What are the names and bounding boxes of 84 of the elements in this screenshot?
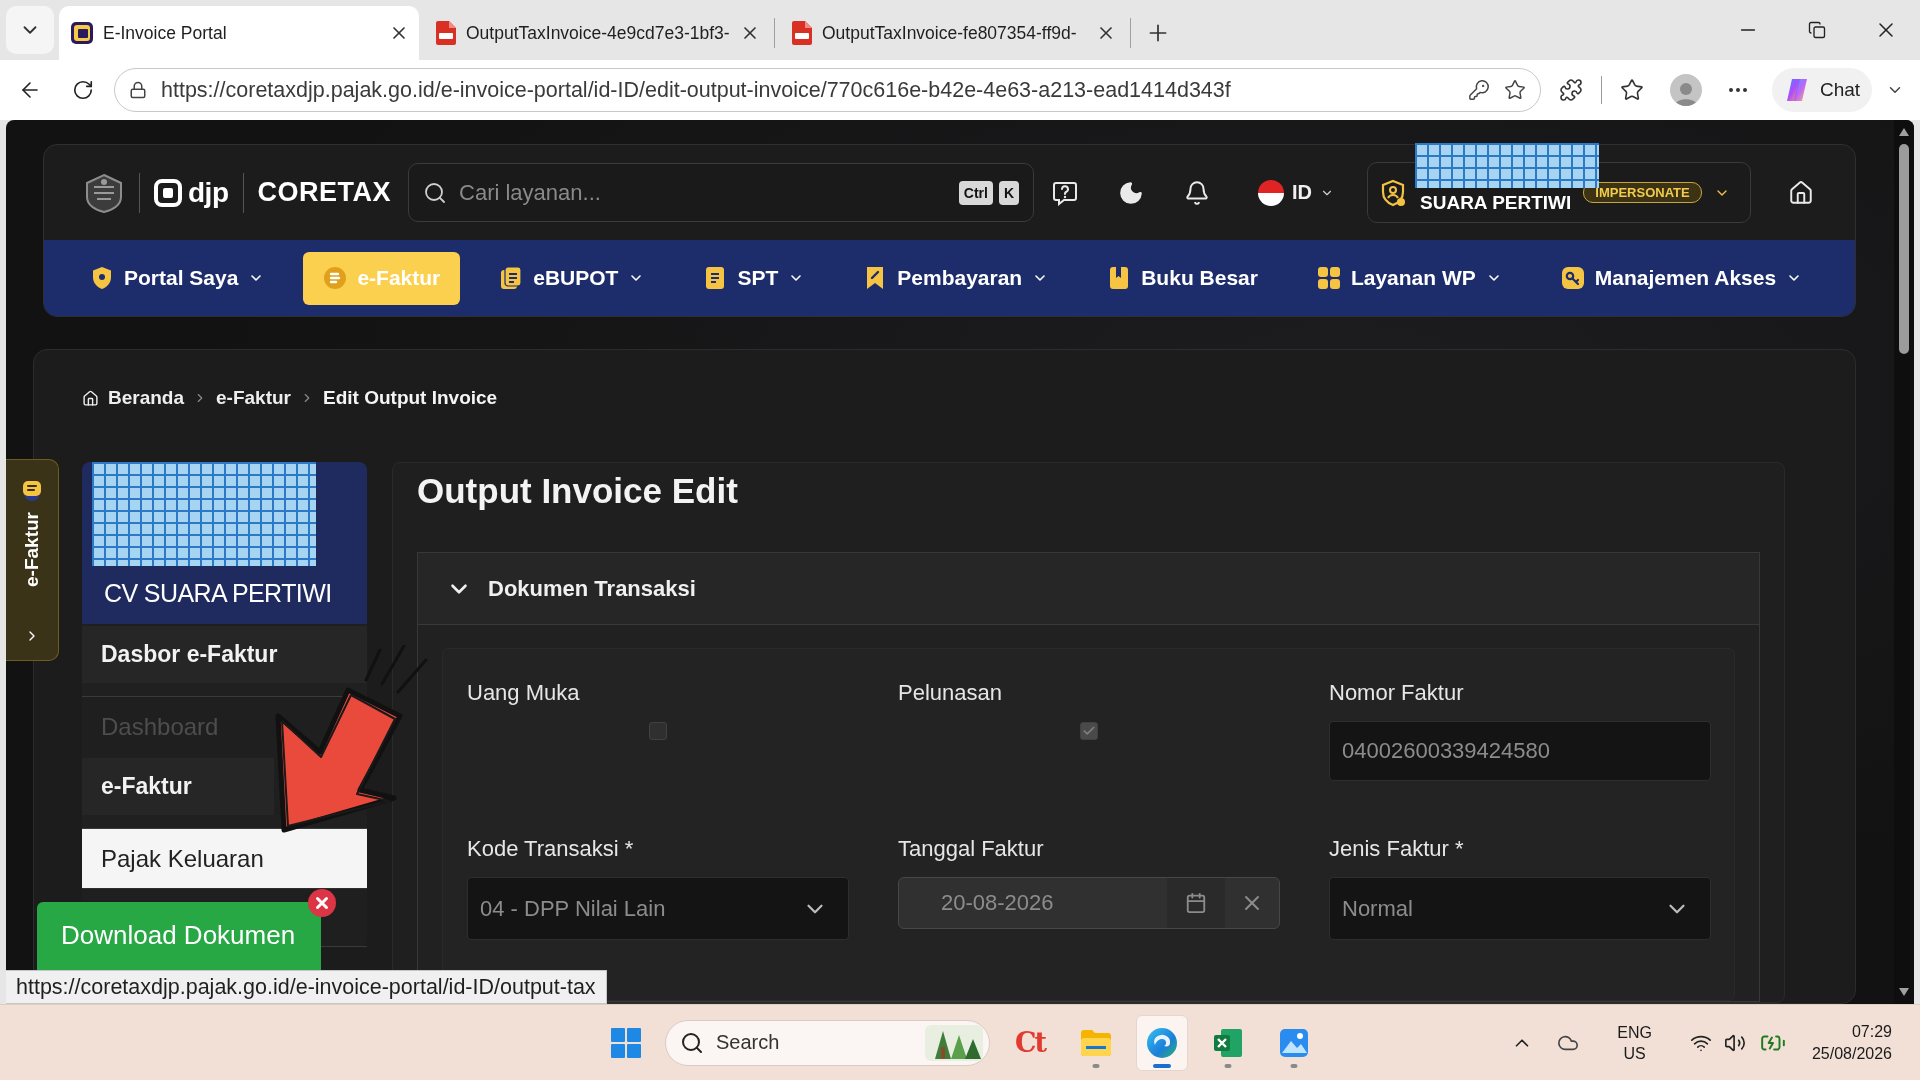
nav-item[interactable]: Pembayaran (843, 251, 1069, 305)
profile-avatar[interactable] (1670, 74, 1702, 106)
browser-tab[interactable]: E-Invoice Portal (59, 6, 419, 60)
input-language[interactable]: ENG US (1617, 1021, 1652, 1064)
app-favicon-icon (71, 22, 93, 44)
nav-item[interactable]: Buku Besar (1087, 251, 1278, 305)
nav-item[interactable]: eBUPOT (479, 251, 665, 305)
emblem-icon (83, 172, 125, 213)
user-icon (1380, 178, 1406, 207)
taskbar-app-button[interactable] (1136, 1014, 1188, 1071)
field-label: Pelunasan (898, 680, 1003, 706)
field-label: Nomor Faktur (1329, 680, 1465, 706)
photos-icon (1279, 1027, 1309, 1058)
scrollbar[interactable] (1894, 120, 1914, 1004)
key-icon (1560, 266, 1585, 290)
help-icon[interactable] (1052, 179, 1078, 206)
coin-icon (21, 480, 43, 502)
dropdown-field[interactable]: 04 - DPP Nilai Lain (467, 877, 849, 940)
extensions-icon[interactable] (1559, 78, 1583, 102)
reload-icon[interactable] (72, 79, 94, 101)
shortcut-key: K (998, 180, 1019, 205)
clock[interactable]: 07:29 25/08/2026 (1811, 1020, 1892, 1065)
dropdown-field[interactable]: Normal (1329, 877, 1711, 940)
sidebar-group-title[interactable]: e-Faktur (82, 758, 274, 815)
field-label: Kode Transaksi * (467, 836, 635, 862)
spreadsheet-icon (1213, 1027, 1243, 1058)
breadcrumb-link[interactable]: Beranda (108, 387, 185, 409)
accordion-header[interactable]: Dokumen Transaksi (418, 553, 1759, 625)
folder-icon (1080, 1028, 1112, 1057)
star-icon[interactable] (1504, 79, 1526, 101)
home-icon (82, 389, 99, 407)
close-icon[interactable] (308, 889, 336, 917)
moon-icon[interactable] (1118, 179, 1144, 206)
key-icon[interactable] (1468, 79, 1490, 101)
browser-icon (1146, 1026, 1178, 1059)
company-name: CV SUARA PERTIWI (104, 578, 332, 608)
search-field[interactable]: Cari layanan... Ctrl K (408, 163, 1034, 222)
breadcrumb-link[interactable]: e-Faktur (216, 387, 291, 409)
logo-text: djp (188, 176, 229, 209)
start-icon[interactable] (611, 1027, 641, 1058)
text-field[interactable]: 04002600339424580 (1329, 721, 1711, 781)
language-selector[interactable]: ID (1258, 179, 1334, 206)
shield-icon (90, 266, 114, 290)
field-label: Jenis Faktur * (1329, 836, 1465, 862)
scrollbar-thumb[interactable] (1899, 144, 1909, 354)
restore-icon[interactable] (1807, 21, 1826, 39)
search-icon (680, 1030, 704, 1055)
logo-icon (1784, 77, 1810, 103)
calendar-icon (1185, 892, 1207, 914)
logo-mark-icon (154, 178, 182, 207)
sidebar-group-title[interactable]: Dasbor e-Faktur (82, 626, 367, 683)
file-icon (436, 21, 456, 45)
scroll-down-icon[interactable] (1899, 988, 1909, 996)
shortcut-key: Ctrl (958, 180, 993, 205)
flag-icon (1258, 179, 1284, 206)
nav-item[interactable]: Manajemen Akses (1540, 251, 1823, 305)
role-badge: IMPERSONATE (1583, 182, 1702, 203)
lock-icon[interactable] (129, 81, 147, 99)
breadcrumb-current: Edit Output Invoice (323, 387, 498, 409)
browser-tab[interactable]: OutputTaxInvoice-4e9cd7e3-1bf3- (424, 6, 770, 60)
notification-icon[interactable] (1184, 179, 1210, 206)
nav-item[interactable]: Portal Saya (70, 251, 285, 305)
logo-text: CORETAX (257, 177, 391, 208)
trees-drawing (925, 1024, 983, 1061)
home-icon[interactable] (1788, 179, 1814, 206)
field-label: Uang Muka (467, 680, 581, 706)
document-icon (499, 266, 524, 290)
scroll-up-icon[interactable] (1899, 128, 1909, 136)
search-field[interactable]: Search (665, 1019, 990, 1066)
side-tab[interactable]: e-Faktur (6, 459, 59, 661)
nav-item[interactable]: SPT (683, 251, 825, 305)
status-url-tooltip: https://coretaxdjp.pajak.go.id/e-invoice-portal/id-ID/output-tax (6, 970, 607, 1004)
favorites-icon[interactable] (1620, 78, 1644, 102)
page-title: Output Invoice Edit (417, 470, 739, 512)
chat-button[interactable]: Chat (1772, 68, 1872, 112)
nav-item[interactable]: Layanan WP (1296, 251, 1522, 305)
sidebar-item[interactable]: Pajak Keluaran (82, 829, 367, 888)
coin-icon (323, 266, 348, 290)
browser-tab[interactable]: OutputTaxInvoice-fe807354-ff9d- (780, 6, 1126, 60)
file-icon (792, 21, 812, 45)
grid-icon (1316, 266, 1341, 290)
field-label: Tanggal Faktur (898, 836, 1045, 862)
check-icon (1082, 724, 1096, 738)
search-icon (423, 180, 447, 205)
